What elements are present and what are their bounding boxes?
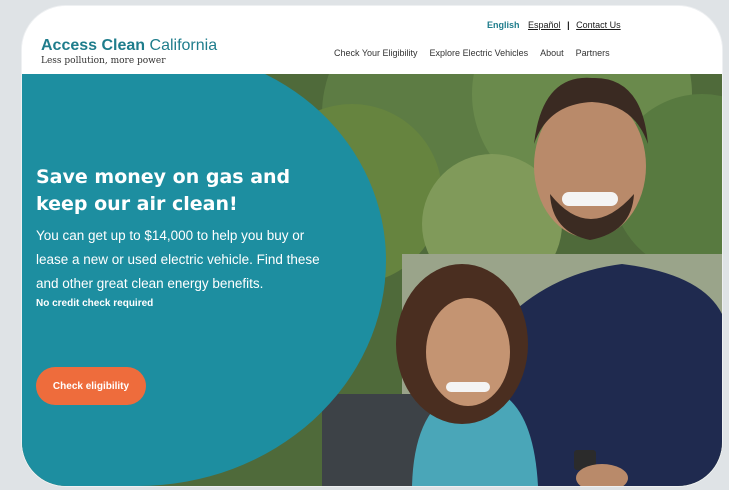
hero-headline-line1: Save money on gas and [36,166,291,188]
lang-espanol-link[interactable]: Español [528,20,561,30]
hero-section: Save money on gas and keep our air clean… [22,74,722,486]
hero-headline-line2: keep our air clean! [36,193,238,215]
no-credit-note: No credit check required [36,298,154,309]
hero-content: Save money on gas and keep our air clean… [36,164,336,309]
nav-check-eligibility[interactable]: Check Your Eligibility [334,48,418,58]
main-nav: Check Your Eligibility Explore Electric … [334,48,610,58]
site-tagline: Less pollution, more power [41,56,166,66]
link-separator: | [567,20,570,30]
nav-about[interactable]: About [540,48,564,58]
browser-frame: Access Clean California Less pollution, … [22,6,722,486]
check-eligibility-button[interactable]: Check eligibility [36,367,146,405]
site-logo[interactable]: Access Clean California [41,37,217,55]
logo-light-text: California [149,37,218,54]
hero-body: You can get up to $14,000 to help you bu… [36,228,320,291]
lang-english-link[interactable]: English [487,20,520,30]
language-links: English Español | Contact Us [487,20,621,30]
nav-explore-ev[interactable]: Explore Electric Vehicles [430,48,529,58]
hero-headline: Save money on gas and keep our air clean… [36,164,336,218]
nav-partners[interactable]: Partners [576,48,610,58]
contact-us-link[interactable]: Contact Us [576,20,621,30]
logo-strong-text: Access Clean [41,37,146,54]
site-header: Access Clean California Less pollution, … [22,6,722,74]
